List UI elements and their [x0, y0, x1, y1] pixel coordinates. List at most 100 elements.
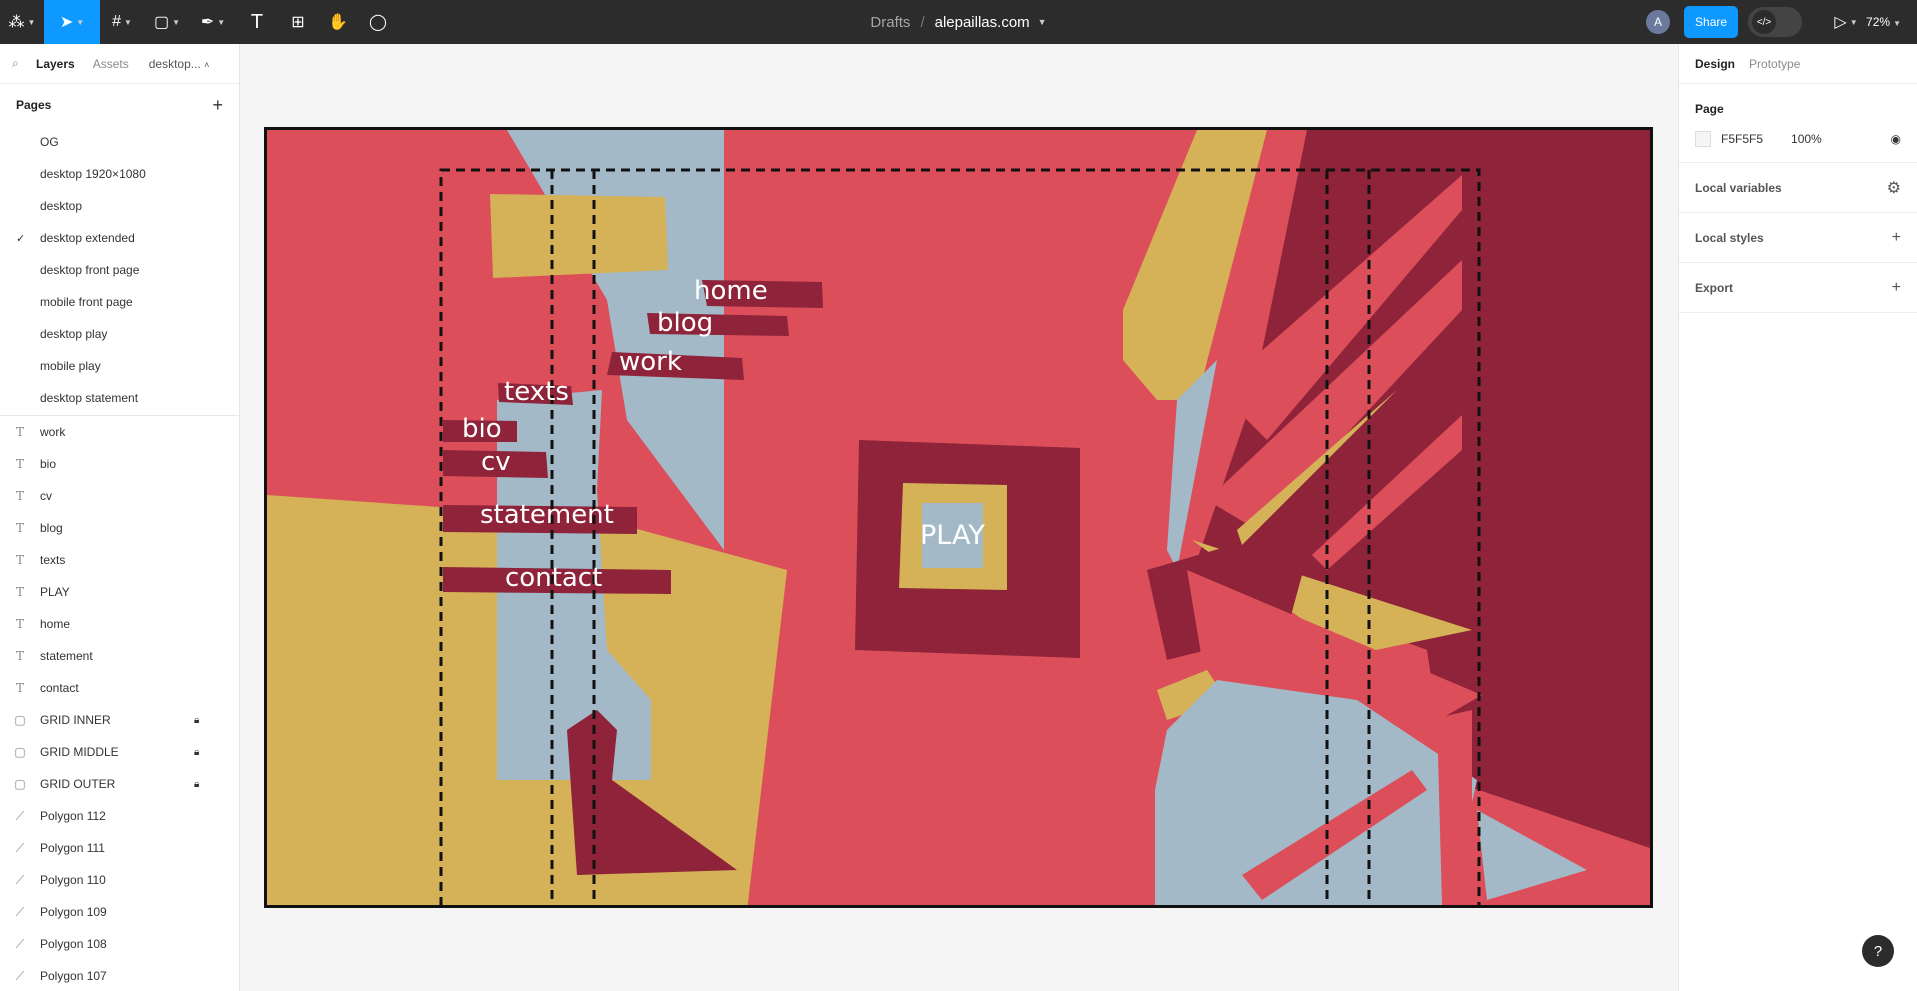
- text-icon: T: [15, 585, 24, 599]
- layer-item[interactable]: Tstatement: [0, 640, 239, 672]
- chevron-down-icon: ▼: [1893, 19, 1901, 28]
- nav-bio[interactable]: bio: [462, 416, 502, 442]
- page-item-label: desktop statement: [40, 391, 139, 405]
- color-swatch[interactable]: [1695, 131, 1711, 147]
- chevron-up-icon: ˄: [204, 59, 210, 70]
- chevron-down-icon: ▼: [1849, 17, 1858, 27]
- search-icon[interactable]: ⌕: [12, 56, 36, 71]
- local-variables-label[interactable]: Local variables: [1695, 181, 1782, 195]
- zoom-level[interactable]: 72% ▼: [1866, 15, 1901, 29]
- comment-tool-button[interactable]: ◯: [358, 0, 398, 44]
- nav-blog[interactable]: blog: [657, 310, 713, 336]
- polygon-icon: ⟋: [15, 808, 25, 823]
- layer-item[interactable]: Tbio: [0, 448, 239, 480]
- nav-cv[interactable]: cv: [481, 449, 511, 475]
- nav-texts[interactable]: texts: [504, 379, 569, 405]
- play-label[interactable]: PLAY: [920, 520, 985, 551]
- layer-item[interactable]: ⟋ Polygon 111: [0, 832, 239, 864]
- layer-item[interactable]: Ttexts: [0, 544, 239, 576]
- layer-item[interactable]: Tcv: [0, 480, 239, 512]
- add-page-button[interactable]: +: [212, 95, 223, 116]
- eye-icon[interactable]: ◉: [1891, 132, 1901, 146]
- hand-tool-button[interactable]: ✋: [318, 0, 358, 44]
- page-fill-hex[interactable]: F5F5F5: [1721, 132, 1763, 146]
- layer-item[interactable]: ⟋ Polygon 110: [0, 864, 239, 896]
- help-button[interactable]: ?: [1862, 935, 1894, 967]
- layer-item-label: statement: [40, 649, 93, 663]
- page-item-label: desktop 1920×1080: [40, 167, 146, 181]
- share-button[interactable]: Share: [1684, 6, 1739, 38]
- text-tool-button[interactable]: T: [236, 0, 278, 44]
- page-item[interactable]: mobile play: [0, 350, 239, 382]
- components-icon: ⊞: [291, 14, 305, 31]
- pen-tool-button[interactable]: ✒ ▼: [190, 0, 236, 44]
- tab-design[interactable]: Design: [1695, 57, 1735, 71]
- tab-assets[interactable]: Assets: [93, 57, 129, 71]
- nav-contact[interactable]: contact: [505, 565, 602, 591]
- layer-item[interactable]: ⟋ Polygon 109: [0, 896, 239, 928]
- cursor-icon: ➤: [59, 14, 74, 31]
- layer-item[interactable]: Tblog: [0, 512, 239, 544]
- lock-icon[interactable]: 🔒︎: [194, 779, 199, 790]
- layer-item[interactable]: ⟋ Polygon 108: [0, 928, 239, 960]
- file-name[interactable]: alepaillas.com: [935, 14, 1030, 31]
- page-item[interactable]: desktop play: [0, 318, 239, 350]
- main-menu-button[interactable]: ⁂ ▼: [0, 0, 44, 44]
- layer-item[interactable]: ▢ GRID MIDDLE 🔒︎: [0, 736, 239, 768]
- text-icon: T: [15, 649, 24, 663]
- tab-prototype[interactable]: Prototype: [1749, 57, 1800, 71]
- layer-item[interactable]: T PLAY: [0, 576, 239, 608]
- tab-layers[interactable]: Layers: [36, 57, 75, 71]
- desktop-extended-frame[interactable]: home blog work texts bio cv statement co…: [264, 127, 1653, 908]
- chevron-down-icon: ▼: [123, 17, 132, 27]
- layer-item[interactable]: ⟋ Polygon 107: [0, 960, 239, 991]
- page-item[interactable]: desktop front page: [0, 254, 239, 286]
- page-item[interactable]: ✓ desktop extended: [0, 222, 239, 254]
- dev-mode-toggle[interactable]: </>: [1748, 7, 1803, 37]
- shape-tool-button[interactable]: ▢ ▼: [144, 0, 190, 44]
- layer-item-label: GRID MIDDLE: [40, 745, 119, 759]
- nav-statement[interactable]: statement: [480, 502, 614, 528]
- layer-item-label: home: [40, 617, 71, 631]
- layer-item[interactable]: ▢ GRID INNER 🔒︎: [0, 704, 239, 736]
- page-item[interactable]: desktop statement: [0, 382, 239, 414]
- chevron-down-icon[interactable]: ▼: [1038, 17, 1047, 27]
- lock-icon[interactable]: 🔒︎: [194, 715, 199, 726]
- page-section-title: Page: [1695, 102, 1724, 116]
- layer-item-label: texts: [40, 553, 66, 567]
- page-item[interactable]: desktop: [0, 190, 239, 222]
- page-item[interactable]: mobile front page: [0, 286, 239, 318]
- sliders-icon[interactable]: ⚙: [1887, 178, 1901, 198]
- resources-button[interactable]: ⊞: [278, 0, 318, 44]
- layer-item-label: Polygon 109: [40, 905, 107, 919]
- layer-item[interactable]: Twork: [0, 416, 239, 448]
- layer-item[interactable]: ▢ GRID OUTER 🔒︎: [0, 768, 239, 800]
- code-icon: </>: [1752, 10, 1777, 34]
- layer-item[interactable]: ⟋ Polygon 112: [0, 800, 239, 832]
- page-item-label: desktop play: [40, 327, 108, 341]
- add-style-button[interactable]: +: [1892, 229, 1901, 247]
- layer-item[interactable]: Thome: [0, 608, 239, 640]
- layer-item[interactable]: Tcontact: [0, 672, 239, 704]
- add-export-button[interactable]: +: [1892, 279, 1901, 297]
- layer-item-label: Polygon 112: [40, 809, 106, 823]
- move-tool-button[interactable]: ➤ ▼: [44, 0, 100, 44]
- page-item[interactable]: desktop 1920×1080: [0, 158, 239, 190]
- page-fill-opacity[interactable]: 100%: [1791, 132, 1822, 146]
- polygon-shape: [1437, 710, 1472, 905]
- nav-home[interactable]: home: [694, 278, 768, 304]
- left-panel: ⌕ Layers Assets desktop... ˄ Pages + OG d…: [0, 44, 240, 991]
- page-selector[interactable]: desktop... ˄: [149, 57, 210, 71]
- lock-icon[interactable]: 🔒︎: [194, 747, 199, 758]
- text-icon: T: [15, 681, 24, 695]
- present-button[interactable]: ▷ ▼: [1826, 0, 1866, 44]
- avatar[interactable]: A: [1646, 10, 1671, 34]
- frame-tool-button[interactable]: # ▼: [100, 0, 144, 44]
- layer-item-label: Polygon 110: [40, 873, 106, 887]
- page-item[interactable]: OG: [0, 126, 239, 158]
- breadcrumb-drafts[interactable]: Drafts: [870, 14, 910, 31]
- layer-item-label: work: [40, 425, 66, 439]
- nav-work[interactable]: work: [619, 349, 682, 375]
- page-fill-row[interactable]: F5F5F5 100% ◉: [1695, 116, 1901, 162]
- text-icon: T: [15, 489, 24, 503]
